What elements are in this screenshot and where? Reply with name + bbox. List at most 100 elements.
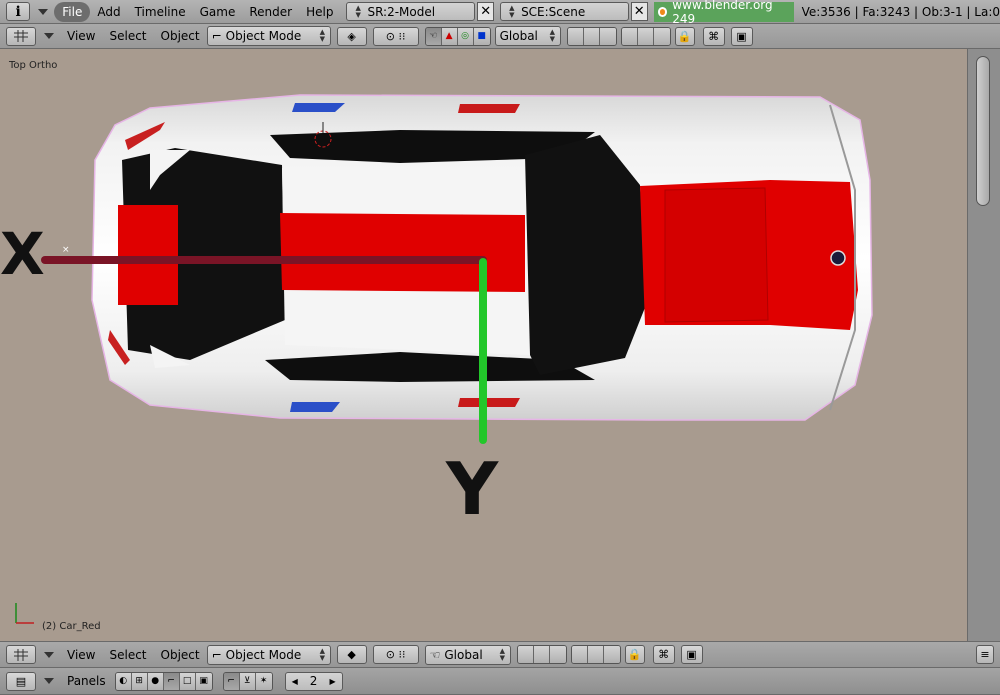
scene-spin-icon: ▲ ▼ [509, 3, 515, 19]
collapse-menu-icon[interactable] [38, 8, 49, 15]
layer-3[interactable] [599, 27, 616, 45]
x-axis-label: X [0, 220, 45, 288]
orientation-spin-icon: ▲ ▼ [549, 28, 555, 43]
object-mode-icon-bottom: ⌐ [211, 647, 222, 662]
blender-logo-icon [657, 6, 668, 17]
menu-view[interactable]: View [60, 26, 102, 46]
lock-layers-icon-bottom[interactable]: 🔒 [624, 645, 645, 664]
pivot-point-icon[interactable]: ⊙ ⁝⁝ [372, 26, 419, 46]
layer-1[interactable] [567, 27, 584, 45]
render-image-icon-bottom[interactable]: ▣ [680, 645, 703, 664]
viewport-3d[interactable]: Top Ortho × X Y (2) Car_Red [0, 49, 968, 641]
orientation-selector[interactable]: Global ▲ ▼ [494, 26, 561, 46]
layer-6[interactable] [653, 27, 670, 45]
menu-render[interactable]: Render [242, 2, 299, 22]
layer-3-bottom[interactable] [549, 646, 566, 663]
rotate-manipulator-icon[interactable]: ◎ [457, 27, 474, 45]
translate-manipulator-icon[interactable]: ▲ [441, 27, 458, 45]
view3d-header-top: View Select Object ⌐ Object Mode ▲ ▼ ◈ ⊙ … [0, 24, 1000, 49]
menu-panels[interactable]: Panels [60, 671, 113, 691]
layer-1-bottom[interactable] [517, 646, 534, 663]
menu-object[interactable]: Object [154, 26, 207, 46]
render-image-icon[interactable]: ▣ [730, 26, 753, 46]
layer-4[interactable] [621, 27, 638, 45]
menu-object-bottom[interactable]: Object [154, 645, 207, 665]
mode-selector-bottom[interactable]: ⌐ Object Mode ▲ ▼ [206, 644, 331, 665]
layer-6-bottom[interactable] [603, 646, 620, 663]
x-axis-marker: × [62, 245, 70, 255]
header-menu-icon[interactable]: ≡ [976, 645, 994, 664]
mode-spin-icon: ▲ ▼ [319, 28, 325, 43]
shading-context-icon[interactable]: ● [147, 672, 164, 690]
mode-selector[interactable]: ⌐ Object Mode ▲ ▼ [206, 26, 331, 46]
collapse-buttons-icon[interactable] [44, 678, 54, 684]
screen-name: SR:2-Model [367, 4, 436, 19]
mode-label: Object Mode [225, 29, 302, 43]
orientation-spin-icon-bottom: ▲ ▼ [499, 646, 505, 662]
menu-help[interactable]: Help [299, 2, 340, 22]
page-next-icon[interactable]: ▶ [329, 677, 335, 686]
lock-layers-icon[interactable]: 🔒 [674, 26, 695, 46]
menu-add[interactable]: Add [90, 2, 127, 22]
manipulator-hand-icon: ☜ [429, 647, 441, 662]
mode-spin-icon-bottom: ▲ ▼ [319, 646, 325, 662]
layer-2-bottom[interactable] [533, 646, 550, 663]
layer-2[interactable] [583, 27, 600, 45]
editor-type-grid-icon-bottom[interactable] [6, 645, 36, 664]
page-number-field[interactable]: ◀ 2 ▶ [284, 671, 343, 691]
buttons-editor-icon[interactable]: ▤ [6, 671, 36, 691]
buttons-header: ▤ Panels ◐ ⊞ ● ⌐ □ ▣ ⌐ ⊻ ✶ ◀ 2 ▶ [0, 668, 1000, 695]
page-number: 2 [309, 674, 318, 688]
orientation-selector-bottom[interactable]: ☜ Global ▲ ▼ [424, 644, 511, 665]
menu-timeline[interactable]: Timeline [128, 2, 193, 22]
subcontext-buttons-group: ⌐ ⊻ ✶ [222, 671, 273, 691]
layers-group-a-bottom [516, 645, 567, 664]
scrollbar-thumb[interactable] [976, 56, 990, 206]
blender-version-link[interactable]: www.blender.org 249 [653, 0, 794, 26]
scene-context-icon[interactable]: ▣ [195, 672, 212, 690]
delete-scene-button[interactable]: ✕ [630, 2, 648, 21]
pivot-point-icon-bottom[interactable]: ⊙ ⁝⁝ [372, 645, 419, 664]
context-buttons-group: ◐ ⊞ ● ⌐ □ ▣ [114, 671, 213, 691]
delete-screen-button[interactable]: ✕ [477, 2, 495, 21]
menu-view-bottom[interactable]: View [60, 645, 102, 665]
particles-subcontext-icon[interactable]: ✶ [255, 672, 272, 690]
manipulator-toggle-icon[interactable]: ☜ [425, 27, 442, 45]
opengl-render-icon-bottom[interactable]: ⌘ [652, 645, 675, 664]
manipulator-group: ☜ ▲ ◎ ■ [424, 26, 491, 46]
draw-type-icon-bottom[interactable]: ◆ [336, 645, 367, 664]
draw-type-icon[interactable]: ◈ [336, 26, 367, 46]
collapse-header-icon[interactable] [44, 33, 54, 39]
opengl-render-icon[interactable]: ⌘ [702, 26, 725, 46]
info-editor-icon[interactable]: i [6, 2, 31, 21]
layer-4-bottom[interactable] [571, 646, 588, 663]
layer-5-bottom[interactable] [587, 646, 604, 663]
object-context-icon[interactable]: ⌐ [163, 672, 180, 690]
script-context-icon[interactable]: ⊞ [131, 672, 148, 690]
collapse-header-icon-bottom[interactable] [44, 651, 54, 658]
layer-5[interactable] [637, 27, 654, 45]
screen-spin-icon: ▲ ▼ [355, 3, 361, 19]
view3d-header-bottom: View Select Object ⌐ Object Mode ▲ ▼ ◆ ⊙ … [0, 641, 1000, 668]
menu-file[interactable]: File [54, 1, 91, 22]
layers-group-a [566, 26, 617, 46]
logic-context-icon[interactable]: ◐ [115, 672, 132, 690]
menu-game[interactable]: Game [193, 2, 243, 22]
menu-select-bottom[interactable]: Select [102, 645, 153, 665]
scale-manipulator-icon[interactable]: ■ [473, 27, 490, 45]
layers-group-b [620, 26, 671, 46]
page-prev-icon[interactable]: ◀ [292, 677, 298, 686]
blender-url: www.blender.org 249 [672, 0, 773, 26]
editing-context-icon[interactable]: □ [179, 672, 196, 690]
screen-selector[interactable]: ▲ ▼ SR:2-Model [346, 2, 476, 21]
object-subcontext-icon[interactable]: ⌐ [223, 672, 240, 690]
menu-select[interactable]: Select [102, 26, 153, 46]
physics-subcontext-icon[interactable]: ⊻ [239, 672, 256, 690]
car-scene: × [41, 94, 873, 444]
object-mode-icon: ⌐ [211, 29, 222, 43]
mode-label-bottom: Object Mode [225, 647, 302, 662]
scene-name: SCE:Scene [521, 4, 586, 19]
editor-type-grid-icon[interactable] [6, 26, 36, 46]
scene-selector[interactable]: ▲ ▼ SCE:Scene [500, 2, 629, 21]
layers-group-b-bottom [570, 645, 621, 664]
